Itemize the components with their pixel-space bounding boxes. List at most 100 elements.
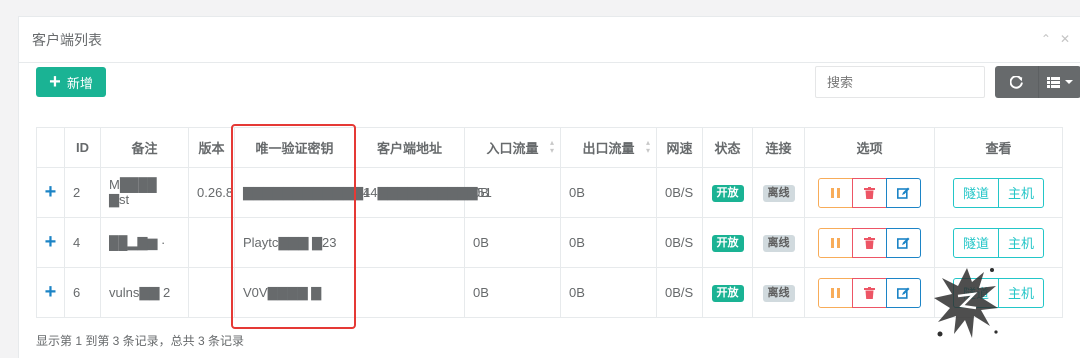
pause-icon xyxy=(831,187,840,198)
delete-button[interactable] xyxy=(852,277,887,308)
cell-client-address: 14▇▇▇▇▇▇▇▇▇▇51 xyxy=(354,167,492,218)
cell-in-flow: 0B xyxy=(464,217,561,268)
panel-header: 客户端列表 xyxy=(19,17,1080,63)
cell-client-address xyxy=(354,217,465,268)
column-header-speed[interactable]: 网速 xyxy=(656,127,703,168)
table-toolbar: + 新增 xyxy=(36,66,1080,98)
cell-view: 隧道 主机 xyxy=(934,217,1063,268)
cell-connection: 离线 xyxy=(752,167,805,218)
pause-button[interactable] xyxy=(818,177,853,208)
panel-title: 客户端列表 xyxy=(32,31,102,48)
table-row: + 6 vulns▇▇ 2 V0V▇▇▇▇ ▇ 0B 0B 0B/S 开放 离线 xyxy=(36,267,1063,318)
column-header-status[interactable]: 状态 xyxy=(702,127,753,168)
chevron-down-icon xyxy=(1064,80,1073,84)
pause-icon xyxy=(831,287,840,298)
cell-connection: 离线 xyxy=(752,217,805,268)
view-button-group: 隧道 主机 xyxy=(943,177,1054,208)
cell-out-flow: 0B xyxy=(560,167,657,218)
table-header: ID 备注 版本 唯一验证密钥 客户端地址 入口流量 出口流量 网速 状态 连接… xyxy=(36,127,1063,168)
edit-icon xyxy=(897,287,910,299)
pause-button[interactable] xyxy=(818,277,853,308)
cell-options xyxy=(804,167,935,218)
column-header-client-address[interactable]: 客户端地址 xyxy=(354,127,465,168)
trash-icon xyxy=(864,186,875,199)
options-button-group xyxy=(813,227,926,258)
edit-button[interactable] xyxy=(886,177,921,208)
list-icon xyxy=(1046,76,1060,88)
connection-badge: 离线 xyxy=(762,184,795,202)
trash-icon xyxy=(864,286,875,299)
cell-version: 0.26.8 xyxy=(188,167,235,218)
pause-button[interactable] xyxy=(818,227,853,258)
column-header-options: 选项 xyxy=(804,127,935,168)
cell-verify-key: ▇▇▇▇▇▇▇▇▇▇▇▇4 xyxy=(234,167,370,218)
column-header-in-flow[interactable]: 入口流量 xyxy=(464,127,561,168)
column-header-view: 查看 xyxy=(934,127,1063,168)
cell-speed: 0B/S xyxy=(656,267,703,318)
cell-id: 2 xyxy=(64,167,101,218)
column-header-verify-key[interactable]: 唯一验证密钥 xyxy=(234,127,355,168)
table-actions-group xyxy=(995,66,1080,98)
expand-row-icon[interactable]: + xyxy=(36,217,65,268)
expand-column-header xyxy=(36,127,65,168)
tunnel-button[interactable]: 隧道 xyxy=(953,227,999,258)
column-header-out-flow[interactable]: 出口流量 xyxy=(560,127,657,168)
cell-connection: 离线 xyxy=(752,267,805,318)
cell-in-flow: 0B xyxy=(464,267,561,318)
refresh-button[interactable] xyxy=(995,66,1038,98)
edit-button[interactable] xyxy=(886,277,921,308)
add-client-button[interactable]: + 新增 xyxy=(36,67,106,97)
host-button[interactable]: 主机 xyxy=(998,277,1044,308)
options-button-group xyxy=(813,177,926,208)
status-badge: 开放 xyxy=(711,284,744,302)
pause-icon xyxy=(831,237,840,248)
cell-options xyxy=(804,217,935,268)
cell-speed: 0B/S xyxy=(656,167,703,218)
add-button-label: 新增 xyxy=(66,75,93,91)
expand-row-icon[interactable]: + xyxy=(36,167,65,218)
expand-row-icon[interactable]: + xyxy=(36,267,65,318)
collapse-icon[interactable]: ⌃ xyxy=(1041,32,1051,46)
cell-status: 开放 xyxy=(702,167,753,218)
status-badge: 开放 xyxy=(711,184,744,202)
table-row: + 2 M████ ▇st 0.26.8 ▇▇▇▇▇▇▇▇▇▇▇▇4 14▇▇▇… xyxy=(36,167,1063,218)
panel-tools: ⌃ ✕ xyxy=(1041,32,1070,46)
column-header-version[interactable]: 版本 xyxy=(188,127,235,168)
columns-toggle-button[interactable] xyxy=(1037,66,1080,98)
cell-status: 开放 xyxy=(702,217,753,268)
cell-options xyxy=(804,267,935,318)
column-header-remark[interactable]: 备注 xyxy=(100,127,189,168)
close-icon[interactable]: ✕ xyxy=(1060,32,1070,46)
cell-remark: ██▂▇▆ · xyxy=(100,217,189,268)
plus-icon: + xyxy=(49,71,61,93)
trash-icon xyxy=(864,236,875,249)
pagination-summary: 显示第 1 到第 3 条记录，总共 3 条记录 xyxy=(36,334,245,348)
cell-id: 4 xyxy=(64,217,101,268)
cell-remark: vulns▇▇ 2 xyxy=(100,267,189,318)
delete-button[interactable] xyxy=(852,177,887,208)
host-button[interactable]: 主机 xyxy=(998,177,1044,208)
cell-id: 6 xyxy=(64,267,101,318)
cell-status: 开放 xyxy=(702,267,753,318)
status-badge: 开放 xyxy=(711,234,744,252)
ink-blot-watermark xyxy=(934,268,998,338)
edit-icon xyxy=(897,187,910,199)
edit-button[interactable] xyxy=(886,227,921,258)
options-button-group xyxy=(813,277,926,308)
client-table: ID 备注 版本 唯一验证密钥 客户端地址 入口流量 出口流量 网速 状态 连接… xyxy=(36,127,1063,318)
table-row: + 4 ██▂▇▆ · Playtc▇▇▇ ▇23 0B 0B 0B/S 开放 … xyxy=(36,217,1063,268)
column-header-id[interactable]: ID xyxy=(64,127,101,168)
column-header-connection[interactable]: 连接 xyxy=(752,127,805,168)
cell-version xyxy=(188,267,235,318)
delete-button[interactable] xyxy=(852,227,887,258)
cell-view: 隧道 主机 xyxy=(934,167,1063,218)
tunnel-button[interactable]: 隧道 xyxy=(953,177,999,208)
host-button[interactable]: 主机 xyxy=(998,227,1044,258)
cell-in-flow: 0B xyxy=(464,167,561,218)
search-input[interactable] xyxy=(815,66,985,98)
refresh-icon xyxy=(1009,75,1023,89)
view-button-group: 隧道 主机 xyxy=(943,227,1054,258)
edit-icon xyxy=(897,237,910,249)
cell-remark: M████ ▇st xyxy=(100,167,189,218)
cell-verify-key: V0V▇▇▇▇ ▇ xyxy=(234,267,355,318)
